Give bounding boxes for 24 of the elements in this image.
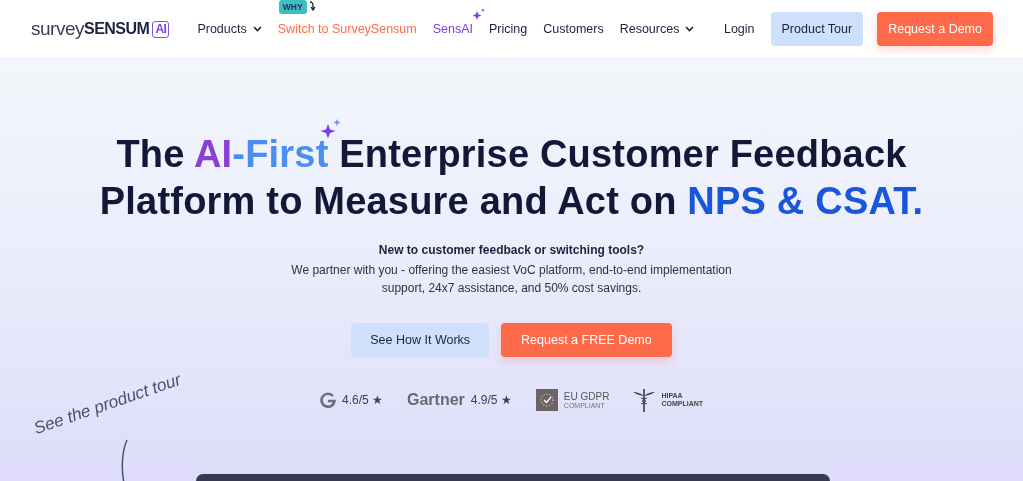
chevron-down-icon <box>685 26 695 32</box>
nav-menu-link[interactable]: Resources <box>619 22 695 36</box>
why-badge: WHY <box>278 0 307 14</box>
nav-link[interactable]: Customers <box>543 22 604 36</box>
subtitle-text: We partner with you - offering the easiest VoC platform, end-to-end implementation support, 24x7 assistance, and 50% cost savings. <box>290 262 733 297</box>
logo[interactable]: surveySENSUM AI <box>31 18 170 40</box>
rating-score: 4.9/5 ★ <box>470 393 512 407</box>
nav-menu-link[interactable]: Products <box>197 22 262 36</box>
cta-button[interactable]: See How It Works <box>351 323 490 357</box>
hook-arrow-icon <box>308 1 316 11</box>
eu-stars-icon <box>535 389 558 411</box>
g2-logo-icon <box>320 392 336 408</box>
sparkle-icon <box>472 8 487 22</box>
nav-link[interactable]: Pricing <box>489 22 528 36</box>
curved-line <box>120 439 130 481</box>
headline: The AI-First Enterprise Customer Feedback Platform to Measure and Act on NPS & CSAT. <box>99 132 924 224</box>
caduceus-icon <box>633 387 656 413</box>
nav-link[interactable]: SensAI <box>432 22 474 36</box>
rating-score: 4.6/5 ★ <box>342 393 383 407</box>
login-link[interactable]: Login <box>723 22 755 36</box>
header-button[interactable]: Product Tour <box>770 12 864 46</box>
gartner-logo: Gartner <box>407 391 465 409</box>
chevron-down-icon <box>252 26 262 32</box>
subtitle-heading: New to customer feedback or switching tools? <box>378 243 645 257</box>
